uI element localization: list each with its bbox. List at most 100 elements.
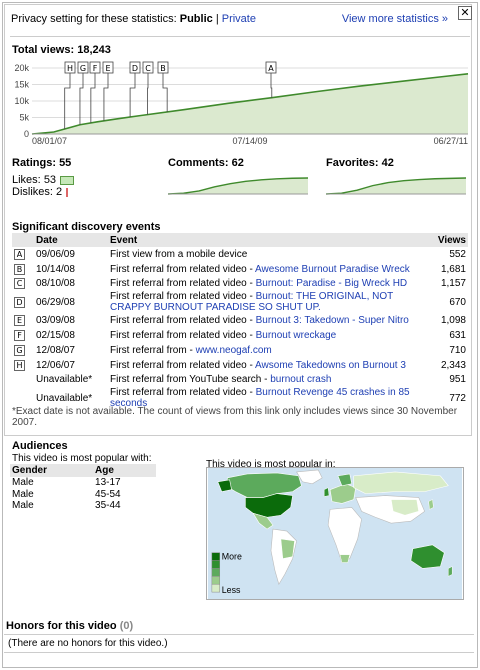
event-marker-g: G [14,344,25,356]
legend-swatch [211,560,221,569]
view-more-statistics-link[interactable]: View more statistics » [342,13,448,25]
event-description: First referral from related video - Burn… [110,278,408,290]
event-views: 552 [449,248,466,260]
event-views: 951 [449,374,466,386]
comments-title: Comments: 62 [168,157,244,169]
event-description: First referral from related video - Burn… [110,330,337,342]
event-views: 1,157 [440,278,466,290]
country-uk [323,487,330,497]
x-tick-label: 07/14/09 [232,136,267,146]
event-link[interactable]: Burnout wreckage [256,330,337,341]
legend-less-label: Less [222,585,241,595]
event-views: 670 [449,296,466,308]
event-marker-e: E [14,315,25,327]
favorites-sparkline [326,177,467,195]
event-marker-f: F [14,330,25,342]
column-date: Date [34,233,108,247]
events-footnote: *Exact date is not available. The count … [12,406,458,428]
country-south-africa [339,554,351,563]
y-tick-label: 10k [14,96,29,106]
event-views: 1,681 [440,263,466,275]
event-date: 02/15/08 [36,330,75,342]
divider [4,652,474,653]
event-link[interactable]: www.neogaf.com [196,345,272,356]
likes-legend: Likes: 53 [12,174,75,186]
x-tick-label: 08/01/07 [32,136,67,146]
event-views: 1,098 [440,315,466,327]
marker-leader [129,72,136,118]
event-marker-h: H [14,359,25,371]
event-views: 710 [449,344,466,356]
event-date: 06/29/08 [36,296,75,308]
event-description: First referral from - www.neogaf.com [110,344,272,356]
event-marker-c: C [14,278,25,290]
total-views-title: Total views: 18,243 [12,44,111,56]
y-tick-label: 15k [14,80,29,90]
legend-more-label: More [222,552,242,562]
event-link[interactable]: Burnout 3: Takedown - Super Nitro [256,315,409,326]
world-map: More Less [206,467,464,600]
country-new-zealand [448,566,453,577]
ratings-title: Ratings: 55 [12,157,72,169]
marker-c: C [145,64,151,73]
privacy-public: Public [179,13,213,25]
event-description: First referral from related video - Awes… [110,263,410,275]
table-row: E 03/09/08 First referral from related vid… [12,313,468,328]
marker-f: F [93,64,98,73]
dislikes-bar [66,187,69,197]
table-row: H 12/06/07 First referral from related vid… [12,358,468,373]
views-area [32,73,468,134]
event-description: First referral from YouTube search - bur… [110,374,332,386]
event-date: Unavailable* [36,374,93,386]
marker-b: B [160,64,166,73]
audiences-title: Audiences [12,440,68,452]
column-age: Age [93,464,156,477]
marker-leader [90,72,96,123]
event-date: 12/08/07 [36,344,75,356]
event-marker-b: B [14,263,25,275]
marker-leader [162,72,168,112]
event-link[interactable]: Burnout: Paradise - Big Wreck HD [256,278,408,289]
marker-leader [64,72,71,129]
table-row: Unavailable* First referral from YouTube … [12,373,468,388]
legend-swatch [211,576,221,585]
privacy-separator: | [215,13,219,25]
marker-leader [79,72,84,125]
table-row: G 12/08/07 First referral from - www.neoga… [12,343,468,358]
x-tick-label: 06/27/11 [434,136,468,146]
event-description: First view from a mobile device [110,248,248,260]
favorites-title: Favorites: 42 [326,157,394,169]
event-link[interactable]: Awesome Burnout Paradise Wreck [255,264,410,275]
discovery-events-table: Date Event Views A 09/06/09 First view fro… [12,233,468,409]
privacy-private-link[interactable]: Private [222,13,256,25]
event-date: 09/06/09 [36,248,75,260]
top-bar: Privacy setting for these statistics: Pu… [8,12,464,32]
events-header-row: Date Event Views [12,233,468,247]
privacy-label: Privacy setting for these statistics: [11,13,177,25]
dislikes-legend: Dislikes: 2 [12,186,69,198]
event-date: 08/10/08 [36,278,75,290]
divider [10,36,470,37]
table-row: B 10/14/08 First referral from related vid… [12,262,468,277]
table-row: F 02/15/08 First referral from related vid… [12,328,468,343]
event-link[interactable]: burnout crash [270,374,331,385]
legend-swatch [211,583,221,593]
column-gender: Gender [10,464,94,477]
event-link[interactable]: Awsome Takedowns on Burnout 3 [255,360,406,371]
event-views: 2,343 [440,359,466,371]
audiences-table: Gender Age Male 13-17 Male 45-54 Male 35-44 [10,464,156,512]
country-japan [428,499,434,510]
divider [4,634,474,635]
event-marker-d: D [14,296,25,308]
close-button[interactable]: ✕ [458,6,472,20]
audiences-header-row: Gender Age [10,464,156,477]
y-tick-label: 0 [24,129,29,139]
honors-title: Honors for this video (0) [6,620,134,632]
map-legend [211,552,221,593]
privacy-setting: Privacy setting for these statistics: Pu… [11,13,256,25]
y-tick-label: 5k [19,113,29,123]
country-brazil [280,538,295,559]
no-honors-message: (There are no honors for this video.) [8,638,168,649]
column-event: Event [108,233,428,247]
event-description: First referral from related video - Burn… [110,291,394,314]
